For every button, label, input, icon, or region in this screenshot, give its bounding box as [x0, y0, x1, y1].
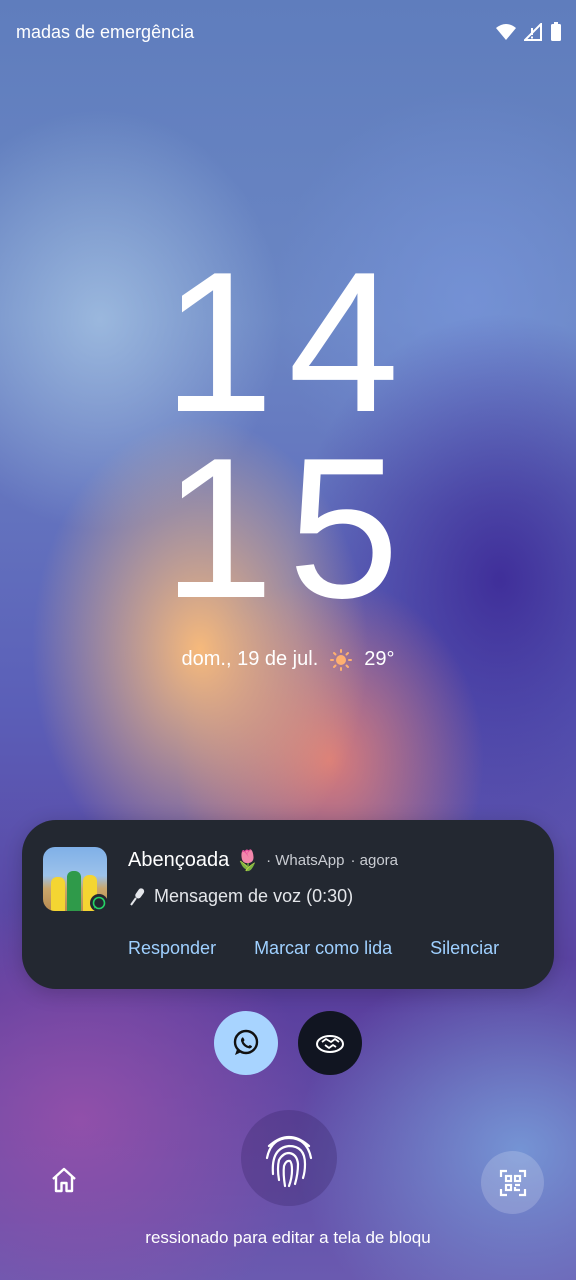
- whatsapp-notification[interactable]: Abençoada 🌷 · WhatsApp · agora Mensagem …: [22, 820, 554, 989]
- notification-time: · agora: [350, 852, 399, 869]
- whatsapp-icon: [233, 1029, 259, 1055]
- date-text: dom., 19 de jul.: [181, 648, 319, 670]
- notification-header: Abençoada 🌷 · WhatsApp · agora: [128, 848, 398, 873]
- notification-actions: Responder Marcar como lida Silenciar: [128, 938, 499, 959]
- edit-lockscreen-hint: ressionado para editar a tela de bloqu: [145, 1228, 431, 1247]
- home-icon: [52, 1167, 76, 1193]
- mute-button[interactable]: Silenciar: [430, 938, 499, 959]
- wifi-icon: [496, 24, 516, 40]
- status-icons: [496, 22, 562, 42]
- app-shortcut-button[interactable]: [298, 1011, 362, 1075]
- tulip-emoji: 🌷: [235, 850, 261, 872]
- reply-button[interactable]: Responder: [128, 938, 216, 959]
- signal-icon: [524, 23, 542, 41]
- whatsapp-badge-icon: [90, 894, 108, 912]
- whatsapp-shortcut-button[interactable]: [214, 1011, 278, 1075]
- emergency-calls-text: madas de emergência: [16, 22, 195, 42]
- voice-message-text: Mensagem de voz (0:30): [154, 886, 354, 906]
- clock-minute: 15: [162, 417, 414, 640]
- app-shortcut-icon: [316, 1035, 344, 1053]
- clock-hour: 14: [162, 231, 414, 454]
- microphone-icon: [130, 887, 145, 906]
- mark-as-read-button[interactable]: Marcar como lida: [254, 938, 392, 959]
- app-name: · WhatsApp: [266, 852, 345, 869]
- notification-body: Mensagem de voz (0:30): [128, 886, 353, 907]
- temperature-text: 29°: [364, 648, 395, 670]
- sun-icon: [330, 648, 353, 671]
- status-bar: madas de emergência: [0, 0, 576, 68]
- qr-scanner-icon: [499, 1169, 526, 1196]
- qr-scanner-button[interactable]: [481, 1151, 544, 1214]
- fingerprint-sensor[interactable]: [241, 1110, 337, 1206]
- lock-clock: 14 15: [0, 231, 576, 640]
- sender-name: Abençoada: [128, 849, 230, 871]
- battery-icon: [551, 22, 561, 41]
- date-weather: dom., 19 de jul. 29°: [0, 648, 576, 671]
- home-button[interactable]: [36, 1152, 92, 1208]
- fingerprint-icon: [265, 1135, 313, 1188]
